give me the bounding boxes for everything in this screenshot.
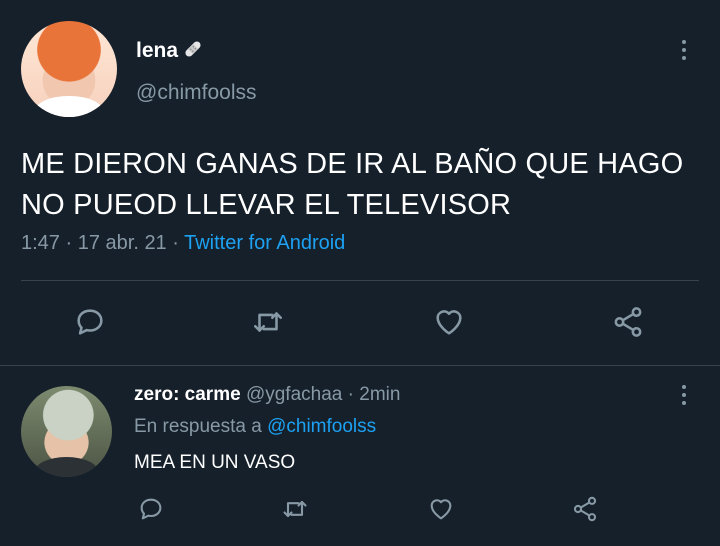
like-icon[interactable] xyxy=(427,495,455,523)
main-tweet-text-line-1: ME DIERON GANAS DE IR AL BAÑO QUE HAGO xyxy=(21,148,684,180)
avatar-shirt xyxy=(34,456,99,477)
main-tweet-text: ME DIERON GANAS DE IR AL BAÑO QUE HAGO N… xyxy=(21,144,701,226)
reply-icon[interactable] xyxy=(137,495,165,523)
reply-tweet-text: MEA EN UN VASO xyxy=(134,452,296,473)
tweet-time[interactable]: 1:47 xyxy=(21,232,60,254)
main-tweet-meta: 1:47 · 17 abr. 21 · Twitter for Android xyxy=(21,232,345,255)
bandage-emoji-icon xyxy=(185,41,201,57)
reply-tweet-display-name[interactable]: zero: carme xyxy=(134,384,241,405)
share-icon[interactable] xyxy=(571,495,599,523)
reply-tweet-avatar[interactable] xyxy=(21,386,112,477)
main-tweet-handle[interactable]: @chimfoolss xyxy=(136,81,257,105)
reply-icon[interactable] xyxy=(73,305,107,339)
share-icon[interactable] xyxy=(611,305,645,339)
avatar-shirt xyxy=(35,95,103,117)
reply-tweet-handle[interactable]: @ygfachaa xyxy=(246,384,342,405)
reply-context-prefix: En respuesta a xyxy=(134,416,262,437)
tweet-date[interactable]: 17 abr. 21 xyxy=(78,232,167,254)
like-icon[interactable] xyxy=(432,305,466,339)
more-options-icon[interactable] xyxy=(681,385,687,409)
main-tweet-avatar[interactable] xyxy=(21,21,117,117)
main-tweet-text-line-2: NO PUEOD LLEVAR EL TELEVISOR xyxy=(21,189,512,221)
divider xyxy=(0,365,720,366)
tweet-source-link[interactable]: Twitter for Android xyxy=(184,232,345,254)
reply-context-mention[interactable]: @chimfoolss xyxy=(267,416,376,437)
meta-separator: · xyxy=(172,232,185,254)
meta-separator: · xyxy=(347,384,354,405)
retweet-icon[interactable] xyxy=(251,305,285,339)
reply-tweet-age: 2min xyxy=(359,384,401,405)
more-options-icon[interactable] xyxy=(681,40,687,64)
reply-tweet-header: zero: carme @ygfachaa · 2min xyxy=(134,384,400,406)
reply-context: En respuesta a @chimfoolss xyxy=(134,416,376,438)
retweet-icon[interactable] xyxy=(281,495,309,523)
main-tweet-display-name: lena xyxy=(136,39,179,62)
main-tweet-author-name[interactable]: lena xyxy=(136,38,204,63)
divider xyxy=(21,280,699,281)
meta-separator: · xyxy=(65,232,78,254)
